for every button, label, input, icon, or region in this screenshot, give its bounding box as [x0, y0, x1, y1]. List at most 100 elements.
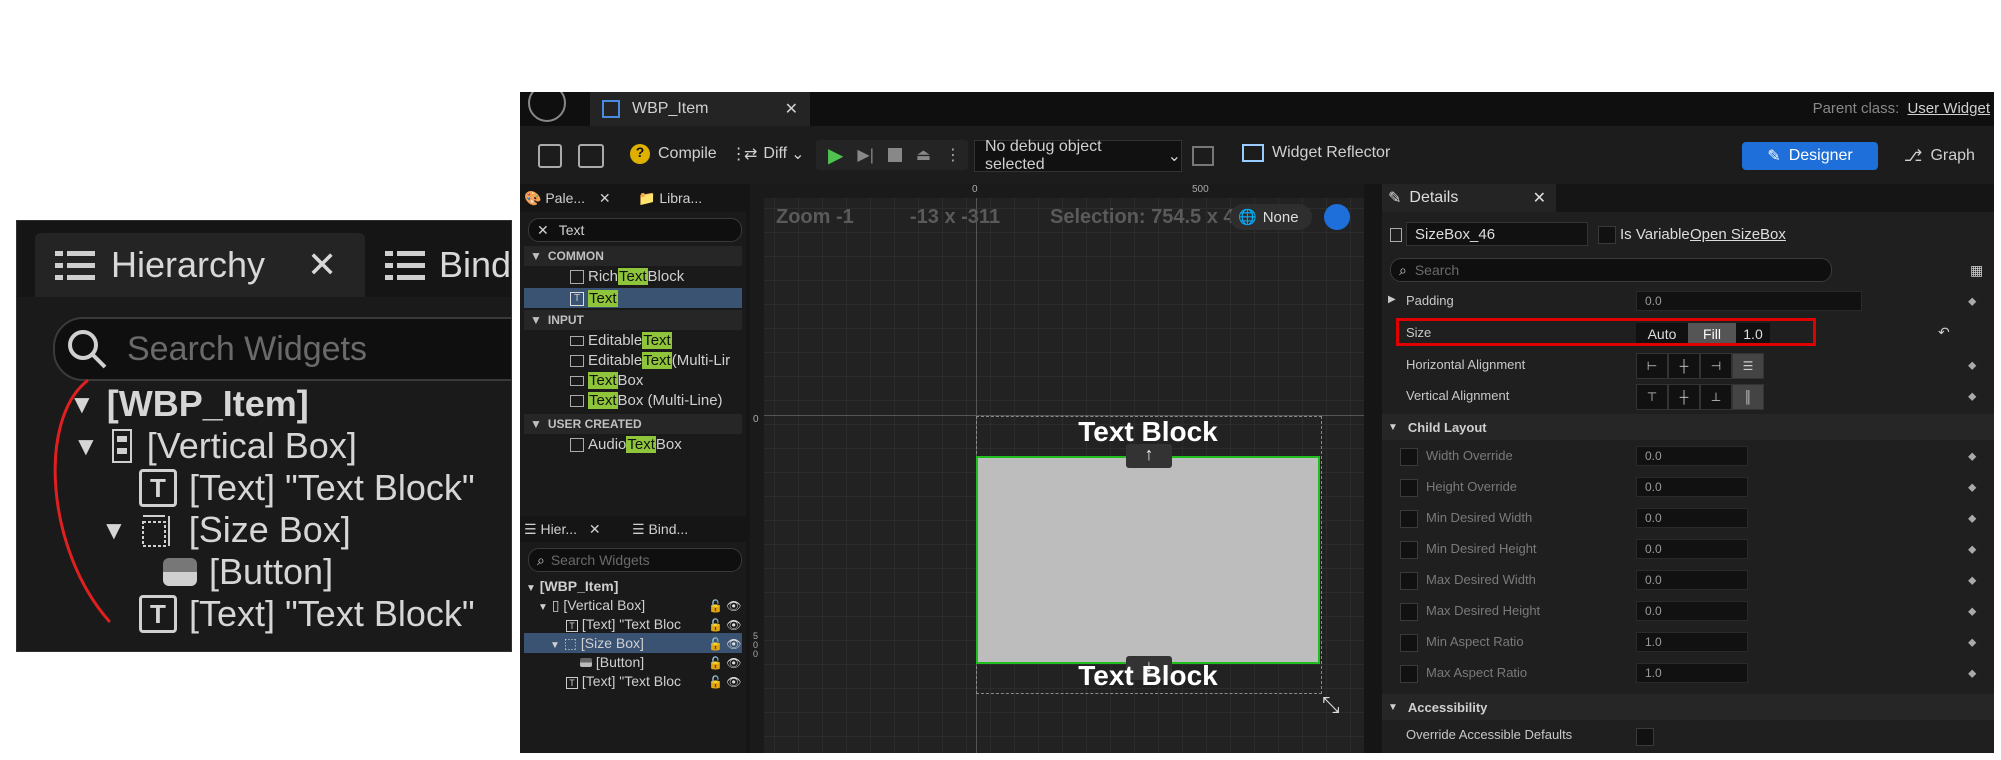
palette-item-editable-text[interactable]: Editable Text: [570, 332, 672, 349]
designer-canvas[interactable]: 0 500 0 5 0 0 Zoom -1 -13 x -311 Selecti…: [750, 184, 1364, 753]
reset-icon[interactable]: ↶: [1938, 324, 1950, 341]
clear-icon[interactable]: ✕: [537, 222, 549, 239]
up-arrow-handle[interactable]: ↑: [1126, 444, 1172, 468]
align-bottom-icon[interactable]: ⊥: [1700, 384, 1732, 410]
h-tree-button[interactable]: [Button]: [580, 654, 644, 670]
override-checkbox[interactable]: [1400, 479, 1418, 497]
h-tree-text-2[interactable]: T [Text] "Text Bloc: [566, 673, 681, 689]
lock-eye-icons[interactable]: 🔓 👁: [708, 654, 742, 673]
align-left-icon[interactable]: ⊢: [1636, 353, 1668, 379]
h-tree-wbp-item[interactable]: ▼ [WBP_Item]: [526, 578, 618, 594]
align-right-icon[interactable]: ⊣: [1700, 353, 1732, 379]
is-variable-checkbox[interactable]: [1598, 226, 1616, 244]
override-checkbox[interactable]: [1400, 448, 1418, 466]
details-search-input[interactable]: ⌕ Search: [1390, 258, 1832, 282]
section-accessibility[interactable]: ▼ Accessibility: [1382, 694, 1994, 720]
row-value-input[interactable]: 1.0: [1636, 663, 1748, 683]
category-user-created[interactable]: ▼ USER CREATED: [524, 414, 742, 434]
align-fill-vertical-icon[interactable]: ║: [1732, 384, 1764, 410]
pin-icon[interactable]: ⬥: [1968, 635, 1982, 649]
row-value-input[interactable]: 0.0: [1636, 477, 1748, 497]
lock-eye-icons[interactable]: 🔓 👁: [708, 635, 742, 654]
category-input[interactable]: ▼ INPUT: [524, 310, 742, 330]
compile-button[interactable]: ? Compile ⋮: [630, 144, 747, 164]
palette-item-text-box[interactable]: Text Box: [570, 372, 643, 389]
lock-eye-icons[interactable]: 🔓 👁: [708, 597, 742, 616]
override-checkbox[interactable]: [1400, 665, 1418, 683]
override-checkbox[interactable]: [1400, 572, 1418, 590]
override-checkbox[interactable]: [1400, 541, 1418, 559]
padding-input[interactable]: 0.0: [1636, 291, 1862, 311]
row-value-input[interactable]: 0.0: [1636, 539, 1748, 559]
palette-item-rich-text-block[interactable]: Rich Text Block: [570, 268, 684, 285]
lock-eye-icons[interactable]: 🔓 👁: [708, 673, 742, 692]
step-icon[interactable]: ▶|: [857, 145, 873, 165]
eject-icon[interactable]: ⏏: [916, 145, 931, 165]
h-tree-vertical-box[interactable]: ▼ ▯ [Vertical Box]: [538, 597, 645, 614]
resize-handle-icon[interactable]: ⤡: [1322, 692, 1340, 718]
tab-bind-small[interactable]: ☰ Bind...: [632, 521, 688, 538]
row-value-input[interactable]: 1.0: [1636, 632, 1748, 652]
pin-icon[interactable]: ⬥: [1968, 542, 1982, 556]
parent-class-link[interactable]: User Widget: [1907, 100, 1990, 117]
debug-object-dropdown[interactable]: No debug object selected ⌄: [974, 138, 1182, 173]
palette-search-input[interactable]: ✕ Text: [528, 218, 742, 242]
pin-icon[interactable]: ⬥: [1968, 389, 1982, 403]
align-middle-icon[interactable]: ┼: [1668, 384, 1700, 410]
pin-icon[interactable]: ⬥: [1968, 604, 1982, 618]
palette-item-text-box-multiline[interactable]: Text Box (Multi-Line): [570, 392, 723, 409]
row-value-input[interactable]: 0.0: [1636, 570, 1748, 590]
save-icon[interactable]: [538, 144, 562, 168]
pin-icon[interactable]: ⬥: [1968, 511, 1982, 525]
size-box-button-preview[interactable]: [976, 456, 1320, 664]
designer-button[interactable]: ✎ Designer: [1742, 142, 1878, 170]
palette-item-text[interactable]: T Text: [570, 290, 618, 307]
more-vert-icon[interactable]: ⋮: [945, 145, 961, 165]
tab-library[interactable]: 📁 Libra...: [638, 190, 702, 207]
close-icon[interactable]: ✕: [785, 99, 798, 119]
palette-item-audio-text-box[interactable]: Audio Text Box: [570, 436, 682, 453]
override-checkbox[interactable]: [1400, 634, 1418, 652]
row-value-input[interactable]: 0.0: [1636, 446, 1748, 466]
close-icon[interactable]: ✕: [589, 521, 601, 537]
align-center-icon[interactable]: ┼: [1668, 353, 1700, 379]
tab-hierarchy-small[interactable]: ☰ Hier... ✕: [524, 521, 601, 538]
lock-eye-icons[interactable]: 🔓 👁: [708, 616, 742, 635]
pin-icon[interactable]: ⬥: [1968, 480, 1982, 494]
tab-details[interactable]: ✎ Details ✕: [1382, 184, 1556, 212]
align-fill-icon[interactable]: ☰: [1732, 353, 1764, 379]
h-tree-size-box[interactable]: ▼ ⬚ [Size Box]: [550, 635, 644, 652]
open-sizebox-link[interactable]: Open SizeBox: [1690, 226, 1786, 243]
screen-size-none-button[interactable]: 🌐 None: [1230, 204, 1312, 230]
debug-filter-icon[interactable]: [1192, 146, 1214, 166]
override-checkbox[interactable]: [1400, 603, 1418, 621]
diff-button[interactable]: ⇄ Diff ⌄: [744, 144, 805, 164]
section-child-layout[interactable]: ▼ Child Layout: [1382, 414, 1994, 440]
pin-icon[interactable]: ⬥: [1968, 358, 1982, 372]
table-view-icon[interactable]: ▦: [1970, 262, 1983, 279]
dpi-scale-button[interactable]: [1324, 204, 1350, 230]
play-icon[interactable]: ▶: [828, 143, 843, 168]
close-icon[interactable]: ✕: [599, 190, 611, 206]
hierarchy-search-input[interactable]: ⌕ Search Widgets: [528, 548, 742, 572]
graph-button[interactable]: ⎇ Graph: [1904, 146, 1975, 166]
close-icon[interactable]: ✕: [1533, 188, 1546, 208]
override-checkbox[interactable]: [1400, 510, 1418, 528]
row-value-input[interactable]: 0.0: [1636, 508, 1748, 528]
widget-name-input[interactable]: SizeBox_46: [1406, 222, 1588, 246]
expand-arrow-icon[interactable]: ▶: [1388, 294, 1396, 305]
pin-icon[interactable]: ⬥: [1968, 573, 1982, 587]
row-value-input[interactable]: 0.0: [1636, 601, 1748, 621]
h-tree-text-1[interactable]: T [Text] "Text Bloc: [566, 616, 681, 632]
tab-wbp-item[interactable]: WBP_Item ✕: [590, 92, 810, 126]
palette-item-editable-text-multiline[interactable]: Editable Text (Multi-Lir: [570, 352, 730, 369]
pin-icon[interactable]: ⬥: [1968, 294, 1982, 308]
tab-palette[interactable]: 🎨 Pale... ✕: [524, 190, 611, 207]
stop-icon[interactable]: [887, 148, 902, 162]
browse-icon[interactable]: [578, 144, 604, 168]
category-common[interactable]: ▼ COMMON: [524, 246, 742, 266]
widget-reflector-button[interactable]: Widget Reflector: [1242, 144, 1390, 162]
align-top-icon[interactable]: ⊤: [1636, 384, 1668, 410]
bottom-text-block[interactable]: Text Block: [976, 660, 1320, 692]
pin-icon[interactable]: ⬥: [1968, 449, 1982, 463]
